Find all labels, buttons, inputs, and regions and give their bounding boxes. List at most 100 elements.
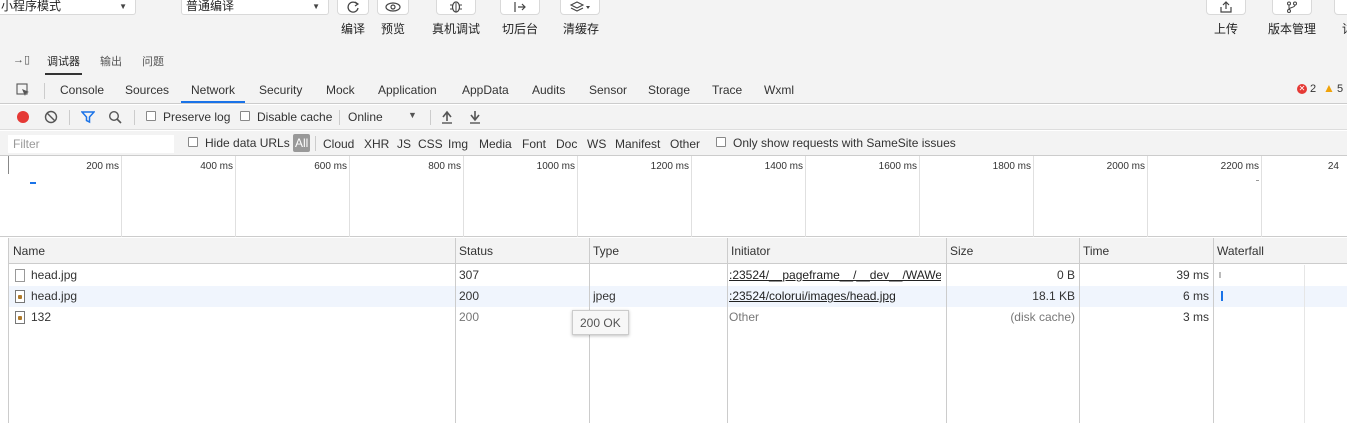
import-har-icon[interactable]: [441, 110, 453, 127]
column-divider[interactable]: [1213, 238, 1214, 423]
branch-icon: [1272, 0, 1312, 15]
col-header-name[interactable]: Name: [9, 238, 455, 264]
tab-sources[interactable]: Sources: [125, 83, 169, 97]
filter-type-all[interactable]: All: [293, 134, 311, 152]
tab-mock[interactable]: Mock: [326, 83, 355, 97]
clear-icon[interactable]: [44, 110, 58, 127]
filter-type-img[interactable]: Img: [448, 137, 468, 151]
disable-cache-checkbox[interactable]: [240, 111, 250, 121]
image-file-icon: [15, 311, 25, 324]
detail-icon: [1334, 0, 1347, 15]
tab-problems[interactable]: 问题: [142, 53, 164, 69]
collapse-panel-icon[interactable]: →▯: [13, 53, 30, 66]
divider: [44, 83, 45, 99]
col-header-size[interactable]: Size: [946, 238, 1079, 264]
filter-type-cloud[interactable]: Cloud: [323, 137, 354, 151]
filter-type-js[interactable]: JS: [397, 137, 411, 151]
row-initiator-link[interactable]: :23524/__pageframe__/__dev__/WAWe...: [729, 265, 941, 286]
waterfall-grid-line: [1304, 265, 1305, 423]
filter-type-manifest[interactable]: Manifest: [615, 137, 660, 151]
grid-line: [919, 156, 920, 237]
filter-type-doc[interactable]: Doc: [556, 137, 577, 151]
debug-panel-tabs: →▯ 调试器 输出 问题: [0, 42, 1347, 78]
tab-storage[interactable]: Storage: [648, 83, 690, 97]
inspect-element-icon[interactable]: [16, 83, 30, 100]
column-divider[interactable]: [727, 238, 728, 423]
upload-label: 上传: [1213, 22, 1238, 36]
tab-trace[interactable]: Trace: [712, 83, 742, 97]
grid-line: [463, 156, 464, 237]
row-initiator-link[interactable]: :23524/colorui/images/head.jpg: [729, 286, 941, 307]
row-size: (disk cache): [1010, 310, 1075, 324]
grid-line: [1147, 156, 1148, 237]
warning-icon: ▲: [1323, 81, 1335, 95]
filter-type-css[interactable]: CSS: [418, 137, 443, 151]
filter-input[interactable]: [8, 135, 174, 153]
timeline-tick: 1600 ms: [878, 161, 917, 172]
warning-count[interactable]: 5: [1337, 83, 1343, 95]
table-row[interactable]: 132 200 Other (disk cache) 3 ms: [9, 307, 1347, 328]
hide-data-urls-checkbox[interactable]: [188, 137, 198, 147]
request-bar: [1256, 180, 1259, 181]
samesite-checkbox[interactable]: [716, 137, 726, 147]
filter-type-font[interactable]: Font: [522, 137, 546, 151]
top-toolbar: 小程序模式 ▼ 普通编译 ▼ 编译 预览 真机调试 切后台 清缓存 上传 版本管…: [0, 0, 1347, 42]
timeline-overview[interactable]: 200 ms 400 ms 600 ms 800 ms 1000 ms 1200…: [0, 156, 1347, 237]
remote-debug-label: 真机调试: [431, 22, 480, 36]
compile-select[interactable]: 普通编译 ▼: [181, 0, 329, 15]
col-header-initiator[interactable]: Initiator: [727, 238, 946, 264]
preview-label: 预览: [380, 22, 405, 36]
background-label: 切后台: [501, 22, 538, 36]
throttle-select[interactable]: Online ▼: [348, 110, 424, 126]
tab-application[interactable]: Application: [378, 83, 437, 97]
timeline-tick: 2000 ms: [1106, 161, 1145, 172]
chevron-down-icon: ▼: [408, 110, 417, 120]
filter-type-media[interactable]: Media: [479, 137, 512, 151]
tab-wxml[interactable]: Wxml: [764, 83, 794, 97]
row-status: 200: [459, 289, 480, 303]
filter-type-ws[interactable]: WS: [587, 137, 606, 151]
timeline-tick: 200 ms: [86, 161, 119, 172]
row-size: 18.1 KB: [1032, 289, 1075, 303]
tab-output[interactable]: 输出: [100, 53, 122, 69]
tab-security[interactable]: Security: [259, 83, 302, 97]
timeline-tick: 24: [1327, 161, 1339, 172]
col-header-type[interactable]: Type: [589, 238, 727, 264]
tab-appdata[interactable]: AppData: [462, 83, 509, 97]
table-row[interactable]: head.jpg 307 :23524/__pageframe__/__dev_…: [9, 265, 1347, 286]
detail-label: 详: [1342, 20, 1347, 37]
file-icon: [15, 269, 25, 282]
timeline-tick: 1400 ms: [764, 161, 803, 172]
filter-type-xhr[interactable]: XHR: [364, 137, 389, 151]
error-count[interactable]: 2: [1310, 83, 1316, 95]
mode-select[interactable]: 小程序模式 ▼: [0, 0, 136, 15]
layers-icon: [560, 0, 600, 15]
col-header-time[interactable]: Time: [1079, 238, 1213, 264]
tab-console[interactable]: Console: [60, 83, 104, 97]
record-icon[interactable]: [17, 111, 29, 123]
table-row[interactable]: head.jpg 200 jpeg :23524/colorui/images/…: [9, 286, 1347, 307]
mode-select-value: 小程序模式: [1, 0, 62, 13]
column-divider[interactable]: [455, 238, 456, 423]
refresh-icon: [337, 0, 369, 15]
version-label: 版本管理: [1267, 22, 1316, 36]
col-header-status[interactable]: Status: [455, 238, 589, 264]
search-icon[interactable]: [108, 110, 122, 127]
row-time: 39 ms: [1176, 268, 1209, 282]
eye-icon: [377, 0, 409, 15]
tab-sensor[interactable]: Sensor: [589, 83, 627, 97]
network-toolbar: Preserve log Disable cache Online ▼: [0, 105, 1347, 130]
tab-audits[interactable]: Audits: [532, 83, 565, 97]
tab-network[interactable]: Network: [180, 83, 246, 103]
bug-icon: [436, 0, 476, 15]
filter-type-other[interactable]: Other: [670, 137, 700, 151]
row-status: 307: [459, 268, 480, 282]
tab-debugger[interactable]: 调试器: [45, 53, 82, 75]
column-divider[interactable]: [1079, 238, 1080, 423]
waterfall-bar: [1221, 291, 1223, 301]
filter-icon[interactable]: [80, 110, 96, 127]
preserve-log-checkbox[interactable]: [146, 111, 156, 121]
column-divider[interactable]: [946, 238, 947, 423]
export-har-icon[interactable]: [469, 110, 481, 127]
col-header-waterfall[interactable]: Waterfall: [1213, 238, 1347, 264]
